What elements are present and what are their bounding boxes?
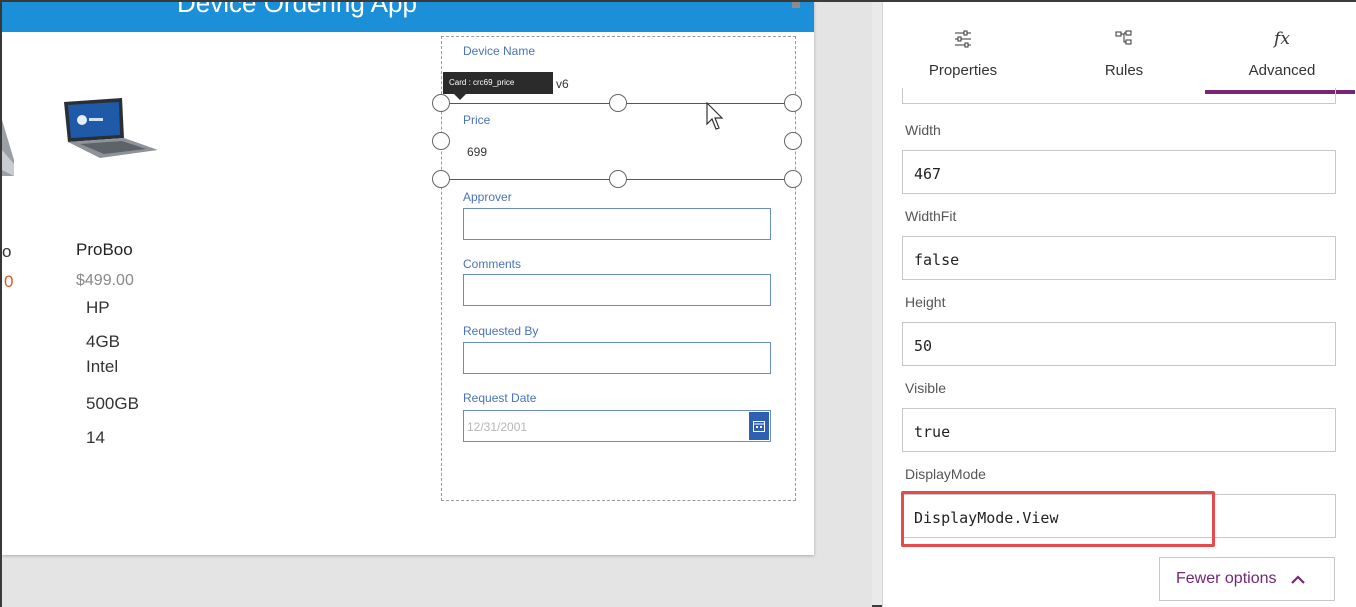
app-title: Device Ordering App — [177, 2, 417, 18]
width-input[interactable] — [902, 150, 1336, 194]
tab-rules[interactable]: Rules — [1090, 2, 1158, 94]
gallery-item-memory: 4GB — [86, 332, 121, 351]
gallery-item-price: $499.00 — [76, 272, 134, 289]
device-name-value: v6 — [556, 77, 569, 91]
laptop-image[interactable] — [60, 98, 160, 158]
resize-handle-right[interactable] — [784, 132, 802, 150]
approver-input[interactable] — [463, 208, 771, 240]
gallery-item-partial-price: 0 — [4, 272, 14, 291]
widthfit-label: WidthFit — [905, 208, 957, 224]
width-label: Width — [905, 122, 941, 138]
displaymode-label: DisplayMode — [905, 466, 986, 482]
requested-by-input[interactable] — [463, 342, 771, 374]
app-header: Device Ordering App — [2, 2, 814, 32]
previous-property-input[interactable] — [902, 88, 1336, 104]
visible-label: Visible — [905, 380, 946, 396]
card-tooltip: Card : crc69_price — [443, 72, 553, 94]
tooltip-arrow — [454, 94, 466, 100]
chevron-up-icon — [1290, 575, 1305, 584]
comments-input[interactable] — [463, 274, 771, 306]
device-name-label: Device Name — [463, 44, 536, 58]
gallery-item-processor: Intel — [86, 357, 119, 376]
gallery-item-partial-name: o — [2, 242, 12, 261]
window-frame: Device Ordering App o 0 ProBoo $499.00 H… — [0, 0, 1356, 607]
tab-properties-label: Properties — [928, 62, 998, 79]
gallery-item-screen: 14 — [86, 428, 105, 447]
tab-rules-label: Rules — [1104, 62, 1144, 79]
height-label: Height — [905, 294, 946, 310]
calendar-icon — [753, 421, 765, 432]
gallery-item-name[interactable]: ProBoo — [76, 240, 133, 260]
gallery-item-brand: HP — [86, 298, 110, 317]
resize-handle-left[interactable] — [432, 132, 450, 150]
request-date-label: Request Date — [463, 391, 537, 405]
approver-label: Approver — [463, 190, 512, 204]
requested-by-label: Requested By — [463, 324, 539, 338]
app-canvas: Device Ordering App o 0 ProBoo $499.00 H… — [2, 2, 872, 607]
price-card-selection[interactable] — [441, 103, 794, 180]
price-label: Price — [463, 113, 491, 127]
widthfit-value: false — [914, 251, 960, 269]
resize-handle-bottom-right[interactable] — [784, 170, 802, 188]
mouse-cursor-icon — [706, 102, 724, 130]
header-marker — [792, 2, 800, 8]
request-date-placeholder: 12/31/2001 — [467, 420, 528, 434]
height-value: 50 — [914, 337, 933, 355]
displaymode-highlight — [901, 491, 1215, 547]
tab-advanced-label: Advanced — [1248, 62, 1316, 79]
resize-handle-top-left[interactable] — [432, 94, 450, 112]
height-input[interactable] — [902, 322, 1336, 366]
tab-advanced[interactable]: fx Advanced — [1242, 2, 1322, 94]
rules-icon — [1115, 30, 1132, 45]
visible-input[interactable] — [902, 408, 1336, 452]
resize-handle-bottom-left[interactable] — [432, 170, 450, 188]
fewer-options-button[interactable]: Fewer options — [1159, 557, 1335, 601]
resize-handle-top[interactable] — [609, 94, 627, 112]
price-value: 699 — [467, 145, 488, 159]
fewer-options-label: Fewer options — [1176, 570, 1277, 587]
sliders-icon — [955, 30, 971, 48]
calendar-button[interactable] — [749, 412, 769, 440]
gallery-item-storage: 500GB — [86, 394, 139, 413]
widthfit-input[interactable] — [902, 236, 1336, 280]
laptop-image-partial — [2, 120, 14, 176]
width-value: 467 — [914, 165, 942, 183]
visible-value: true — [914, 423, 951, 441]
fx-icon: fx — [1274, 29, 1290, 49]
resize-handle-top-right[interactable] — [784, 94, 802, 112]
comments-label: Comments — [463, 257, 522, 271]
resize-handle-bottom[interactable] — [609, 170, 627, 188]
tab-properties[interactable]: Properties — [915, 2, 1011, 94]
